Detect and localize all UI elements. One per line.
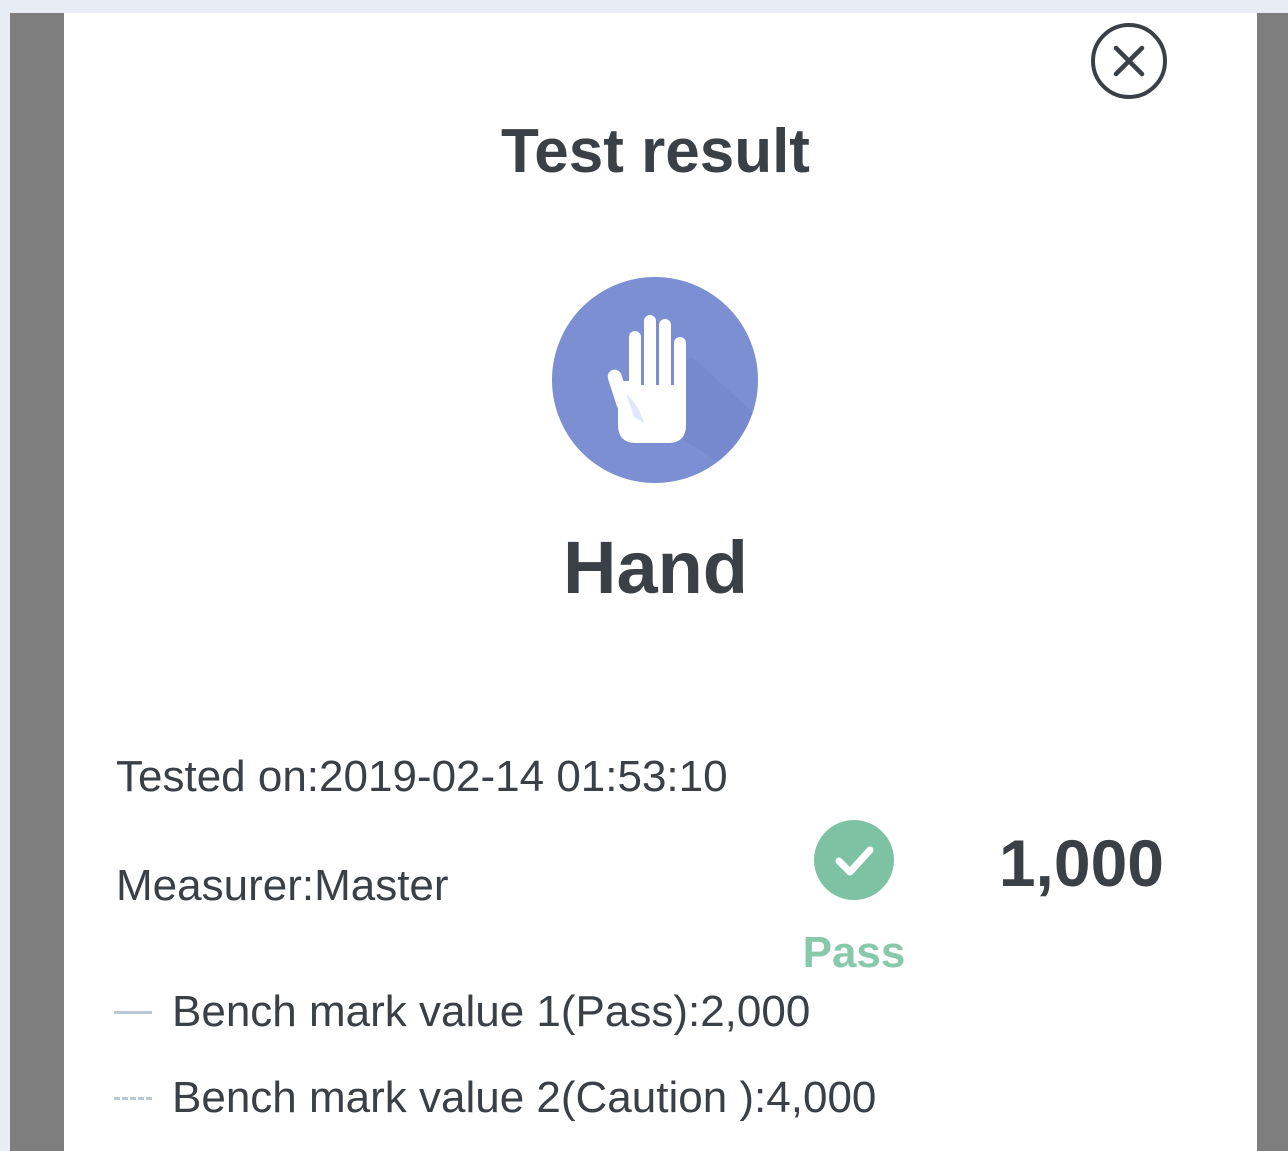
benchmark-row-1: Bench mark value 1(Pass):2,000	[114, 986, 810, 1038]
solid-line-legend-icon	[114, 1010, 152, 1014]
dialog-title: Test result	[501, 117, 810, 186]
body-part-badge	[552, 277, 758, 483]
score-value: 1,000	[998, 826, 1164, 900]
backdrop-overlay: Test result Hand Tested on:2019-02-14 01…	[10, 13, 1288, 1151]
body-part-name: Hand	[563, 526, 748, 609]
close-icon	[1113, 45, 1145, 77]
benchmark-label-1: Bench mark value 1(Pass):2,000	[172, 987, 811, 1036]
hand-icon	[607, 315, 758, 483]
pass-status-badge	[814, 820, 894, 900]
measurer-text: Measurer:Master	[116, 861, 449, 910]
benchmark-row-2: Bench mark value 2(Caution ):4,000	[114, 1072, 876, 1124]
close-button[interactable]	[1091, 23, 1167, 99]
tested-on-text: Tested on:2019-02-14 01:53:10	[116, 752, 728, 801]
check-icon	[835, 846, 874, 876]
benchmark-label-2: Bench mark value 2(Caution ):4,000	[172, 1073, 877, 1122]
test-result-dialog: Test result Hand Tested on:2019-02-14 01…	[64, 13, 1257, 1151]
status-label: Pass	[802, 928, 906, 977]
dashed-line-legend-icon	[114, 1096, 152, 1100]
